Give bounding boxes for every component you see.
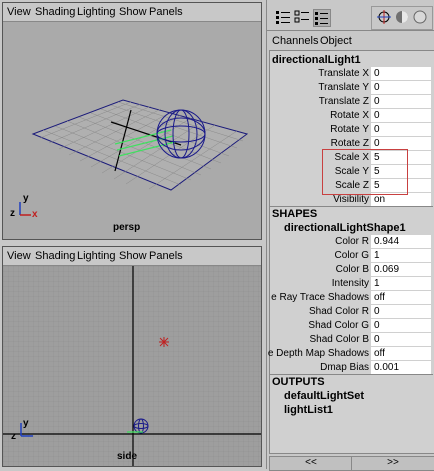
- attr-row-rotate-x[interactable]: Rotate X0: [269, 109, 433, 123]
- menu-channels[interactable]: Channels: [272, 35, 318, 47]
- attr-row-visibility[interactable]: Visibility on: [269, 193, 433, 207]
- attr-value-field[interactable]: 0.944: [371, 235, 431, 248]
- attr-value-field[interactable]: 0: [371, 81, 431, 94]
- menu-lighting[interactable]: Lighting: [77, 250, 116, 262]
- attr-value-field[interactable]: 0: [371, 95, 431, 108]
- scroll-right-label: >>: [387, 457, 399, 468]
- attribute-editor-icon[interactable]: [394, 9, 410, 25]
- attr-label: Dmap Bias: [320, 362, 369, 373]
- attr-row-shad-color-g[interactable]: Shad Color G0: [269, 319, 433, 333]
- output-node[interactable]: defaultLightSet: [284, 390, 364, 402]
- attr-value-field[interactable]: 0.001: [371, 361, 431, 374]
- toolbar-icon-group: [371, 6, 433, 30]
- scroll-left-label: <<: [305, 457, 317, 468]
- side-scene: [3, 266, 261, 466]
- attr-value-field[interactable]: 0.069: [371, 263, 431, 276]
- node-name[interactable]: directionalLight1: [272, 54, 361, 66]
- attr-value-field[interactable]: 0: [371, 305, 431, 318]
- attr-row-color-r[interactable]: Color R 0.944: [269, 235, 433, 249]
- menu-show[interactable]: Show: [119, 6, 147, 18]
- axis-label-z: z: [11, 431, 16, 442]
- attr-label: Translate Y: [318, 82, 369, 93]
- attr-row-color-g[interactable]: Color G1: [269, 249, 433, 263]
- menu-object[interactable]: Object: [320, 35, 352, 47]
- attr-row-depth-map-shadows[interactable]: e Depth Map Shadows off: [267, 347, 433, 361]
- layer-editor-icon[interactable]: [294, 9, 310, 25]
- section-divider: [269, 206, 433, 207]
- shape-node-name[interactable]: directionalLightShape1: [284, 222, 406, 234]
- attr-label: Rotate X: [330, 110, 369, 121]
- attr-label: Color G: [334, 250, 369, 261]
- light-marker-icon: [159, 337, 169, 347]
- attr-row-ray-trace-shadows[interactable]: e Ray Trace Shadows off: [269, 291, 433, 305]
- shapes-header: SHAPES: [272, 208, 318, 220]
- attr-value-field[interactable]: 1: [371, 277, 431, 290]
- attr-label: Shad Color R: [308, 306, 369, 317]
- attr-row-translate-y[interactable]: Translate Y0: [269, 81, 433, 95]
- viewport-menubar: View Shading Lighting Show Panels: [3, 3, 261, 22]
- menu-shading[interactable]: Shading: [35, 250, 75, 262]
- viewport-menubar: View Shading Lighting Show Panels: [3, 247, 261, 266]
- camera-label: side: [117, 451, 138, 462]
- axis-label-y: y: [23, 193, 29, 204]
- attr-value-field[interactable]: 1: [371, 249, 431, 262]
- attr-value-field[interactable]: 0: [371, 109, 431, 122]
- camera-label: persp: [113, 222, 141, 233]
- attr-label: e Ray Trace Shadows: [271, 292, 369, 303]
- output-node[interactable]: lightList1: [284, 404, 333, 416]
- attr-row-translate-z[interactable]: Translate Z0: [269, 95, 433, 109]
- attr-label: Translate X: [318, 68, 369, 79]
- attr-label: Color R: [335, 236, 369, 247]
- attr-label: Rotate Y: [330, 124, 369, 135]
- attr-value-field[interactable]: 0: [371, 123, 431, 136]
- attr-value-field[interactable]: 0: [371, 67, 431, 80]
- section-divider: [269, 374, 433, 375]
- menu-panels[interactable]: Panels: [149, 6, 183, 18]
- side-grid: [3, 266, 261, 466]
- attr-label: e Depth Map Shadows: [267, 348, 369, 359]
- attr-row-shad-color-b[interactable]: Shad Color B0: [269, 333, 433, 347]
- menu-show[interactable]: Show: [119, 250, 147, 262]
- attr-label: Shad Color G: [308, 320, 369, 331]
- attr-value-field[interactable]: 0: [371, 333, 431, 346]
- axis-label-y: y: [23, 418, 29, 429]
- channel-box-icon[interactable]: [275, 9, 291, 25]
- channel-layer-icon[interactable]: [313, 9, 331, 27]
- attr-label: Visibility: [333, 194, 369, 205]
- attr-row-dmap-bias[interactable]: Dmap Bias 0.001: [269, 361, 433, 375]
- attr-label: Translate Z: [318, 96, 369, 107]
- menu-view[interactable]: View: [7, 250, 31, 262]
- ground-plane: [31, 99, 249, 191]
- channel-box: Channels Object directionalLight1 Transl…: [266, 0, 434, 471]
- outputs-header: OUTPUTS: [272, 376, 325, 388]
- attr-label: Shad Color B: [309, 334, 369, 345]
- attr-value-field[interactable]: off: [371, 347, 431, 360]
- menu-shading[interactable]: Shading: [35, 6, 75, 18]
- axis-label-z: z: [10, 208, 15, 219]
- scale-highlight-box: [322, 149, 408, 195]
- perspective-scene: [19, 99, 249, 216]
- attr-row-rotate-y[interactable]: Rotate Y0: [269, 123, 433, 137]
- channel-box-divider: [267, 30, 434, 31]
- perspective-viewport[interactable]: View Shading Lighting Show Panels y z x …: [2, 2, 262, 240]
- attr-row-intensity[interactable]: Intensity 1: [269, 277, 433, 291]
- attr-row-color-b[interactable]: Color B 0.069: [269, 263, 433, 277]
- attr-row-translate-x[interactable]: Translate X0: [269, 67, 433, 81]
- attr-label: Color B: [335, 264, 369, 275]
- attr-label: Rotate Z: [330, 138, 369, 149]
- menu-panels[interactable]: Panels: [149, 250, 183, 262]
- side-viewport[interactable]: View Shading Lighting Show Panels y z si…: [2, 246, 262, 467]
- attr-value-field[interactable]: 0: [371, 319, 431, 332]
- menu-view[interactable]: View: [7, 6, 31, 18]
- tool-settings-icon[interactable]: [376, 9, 392, 25]
- attr-row-shad-color-r[interactable]: Shad Color R0: [269, 305, 433, 319]
- axis-label-x: x: [32, 209, 38, 220]
- channel-box-toggle-icon[interactable]: [412, 9, 428, 25]
- attr-label: Intensity: [331, 278, 369, 289]
- attr-value-field[interactable]: off: [371, 291, 431, 304]
- menu-lighting[interactable]: Lighting: [77, 6, 116, 18]
